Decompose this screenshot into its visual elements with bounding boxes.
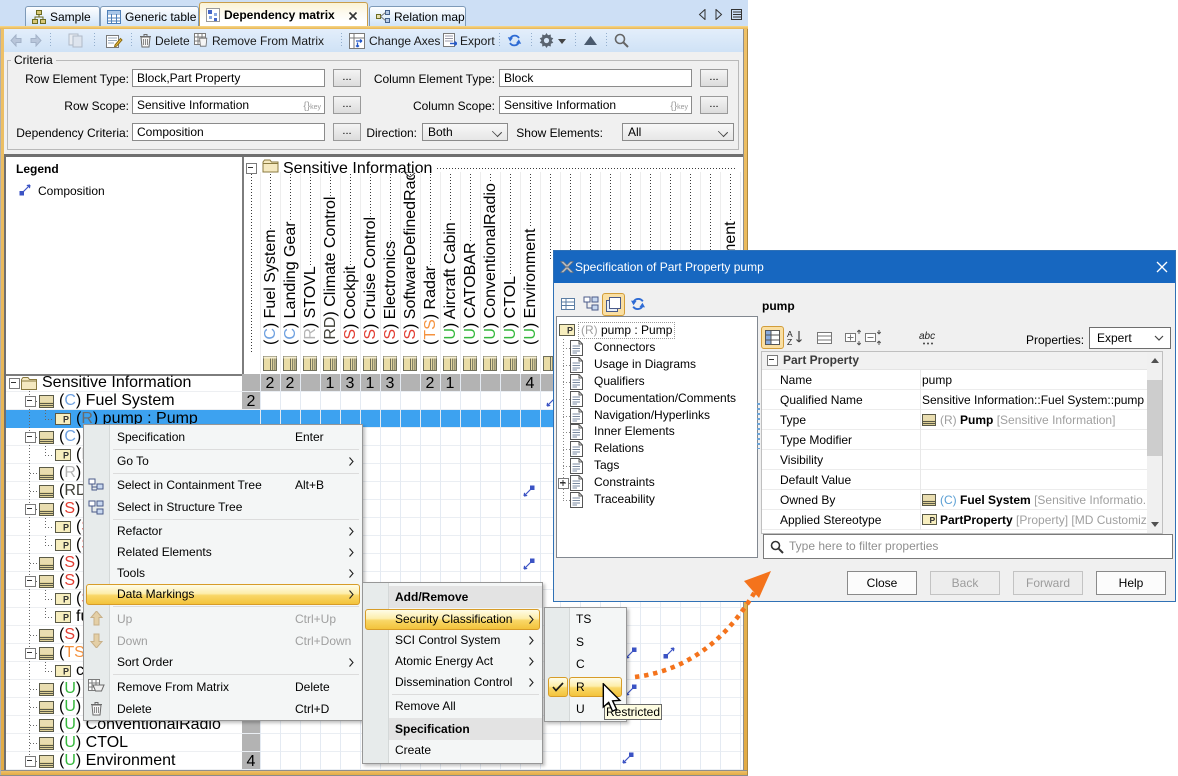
svg-text:P: P	[567, 326, 573, 336]
svg-text:P: P	[930, 515, 936, 525]
svg-text:Z: Z	[787, 337, 792, 346]
svg-text:abc: abc	[919, 331, 935, 342]
